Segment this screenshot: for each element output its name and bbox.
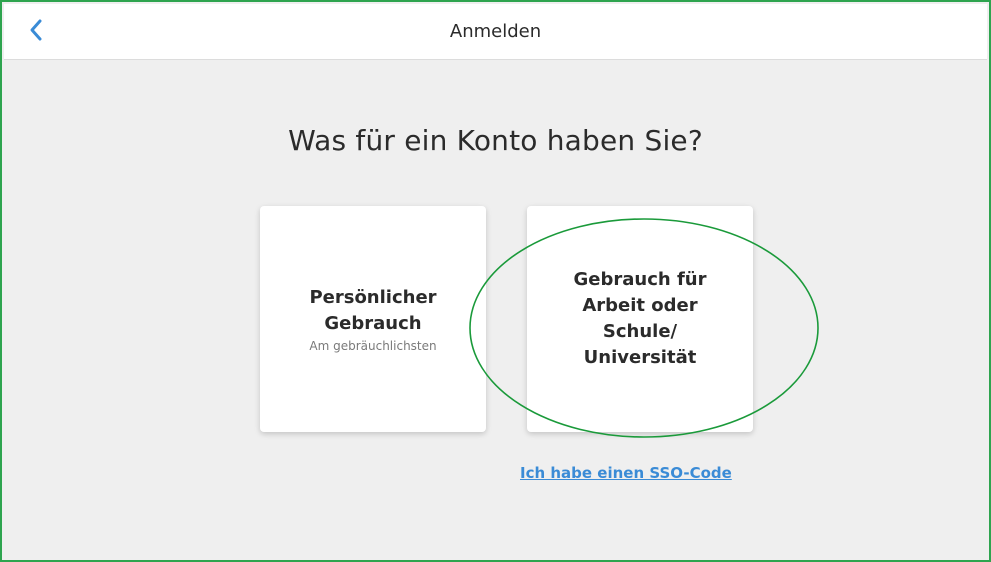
personal-use-subtitle: Am gebräuchlichsten [309,339,437,353]
sso-code-link[interactable]: Ich habe einen SSO-Code [520,464,732,482]
page-title: Anmelden [449,21,542,42]
work-school-card[interactable]: Gebrauch für Arbeit oder Schule/ Univers… [527,206,753,432]
account-type-heading: Was für ein Konto haben Sie? [288,124,703,157]
personal-use-card[interactable]: Persönlicher Gebrauch Am gebräuchlichste… [260,206,486,432]
personal-use-title: Persönlicher Gebrauch [309,287,437,334]
work-school-title: Gebrauch für Arbeit oder Schule/ Univers… [573,269,707,368]
navigation-bar: Anmelden [4,4,987,60]
app-frame: Anmelden Was für ein Konto haben Sie? Pe… [0,0,991,562]
